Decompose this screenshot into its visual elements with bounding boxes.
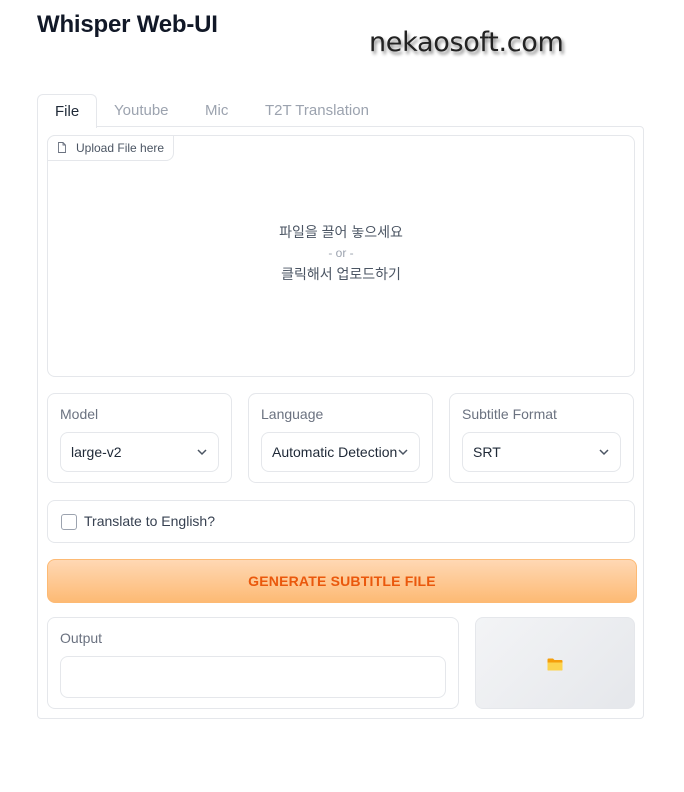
tab-mic[interactable]: Mic <box>205 94 228 126</box>
model-select-value: large-v2 <box>71 444 122 460</box>
tab-bar: File Youtube Mic T2T Translation <box>37 94 644 128</box>
folder-icon <box>547 658 563 671</box>
translate-option: Translate to English? <box>47 500 635 543</box>
upload-file-tag-label: Upload File here <box>76 141 165 155</box>
tab-t2t-translation[interactable]: T2T Translation <box>265 94 369 126</box>
language-field: Language Automatic Detection <box>248 393 433 483</box>
output-label: Output <box>60 630 103 646</box>
chevron-down-icon <box>599 449 609 456</box>
tab-file[interactable]: File <box>37 94 98 128</box>
model-select[interactable]: large-v2 <box>60 432 219 472</box>
generate-subtitle-button[interactable]: GENERATE SUBTITLE FILE <box>47 559 637 603</box>
language-label: Language <box>261 406 324 422</box>
or-separator: - or - <box>328 246 354 260</box>
translate-checkbox[interactable] <box>61 514 77 530</box>
subtitle-format-label: Subtitle Format <box>462 406 557 422</box>
model-field: Model large-v2 <box>47 393 232 483</box>
model-label: Model <box>60 406 99 422</box>
translate-label[interactable]: Translate to English? <box>84 513 215 529</box>
language-select-value: Automatic Detection <box>272 444 398 460</box>
subtitle-format-select-value: SRT <box>473 444 501 460</box>
drop-text: 파일을 끌어 놓으세요 <box>279 224 403 240</box>
open-folder-button[interactable] <box>475 617 635 709</box>
upload-file-tag: Upload File here <box>47 135 175 161</box>
drop-instructions: 파일을 끌어 놓으세요 - or - 클릭해서 업로드하기 <box>48 222 634 285</box>
subtitle-format-field: Subtitle Format SRT <box>449 393 634 483</box>
subtitle-format-select[interactable]: SRT <box>462 432 621 472</box>
tab-youtube[interactable]: Youtube <box>114 94 169 126</box>
file-tab-panel: Upload File here 파일을 끌어 놓으세요 - or - 클릭해서… <box>37 126 644 719</box>
file-icon <box>58 142 66 153</box>
file-upload-dropzone[interactable]: Upload File here 파일을 끌어 놓으세요 - or - 클릭해서… <box>47 135 635 377</box>
app-title: Whisper Web-UI <box>37 11 218 38</box>
output-field-card: Output <box>47 617 459 709</box>
watermark-text: nekaosoft.com <box>369 27 564 58</box>
language-select[interactable]: Automatic Detection <box>261 432 420 472</box>
chevron-down-icon <box>197 449 207 456</box>
click-upload-text: 클릭해서 업로드하기 <box>281 266 401 282</box>
output-textbox[interactable] <box>60 656 446 698</box>
chevron-down-icon <box>398 449 408 456</box>
